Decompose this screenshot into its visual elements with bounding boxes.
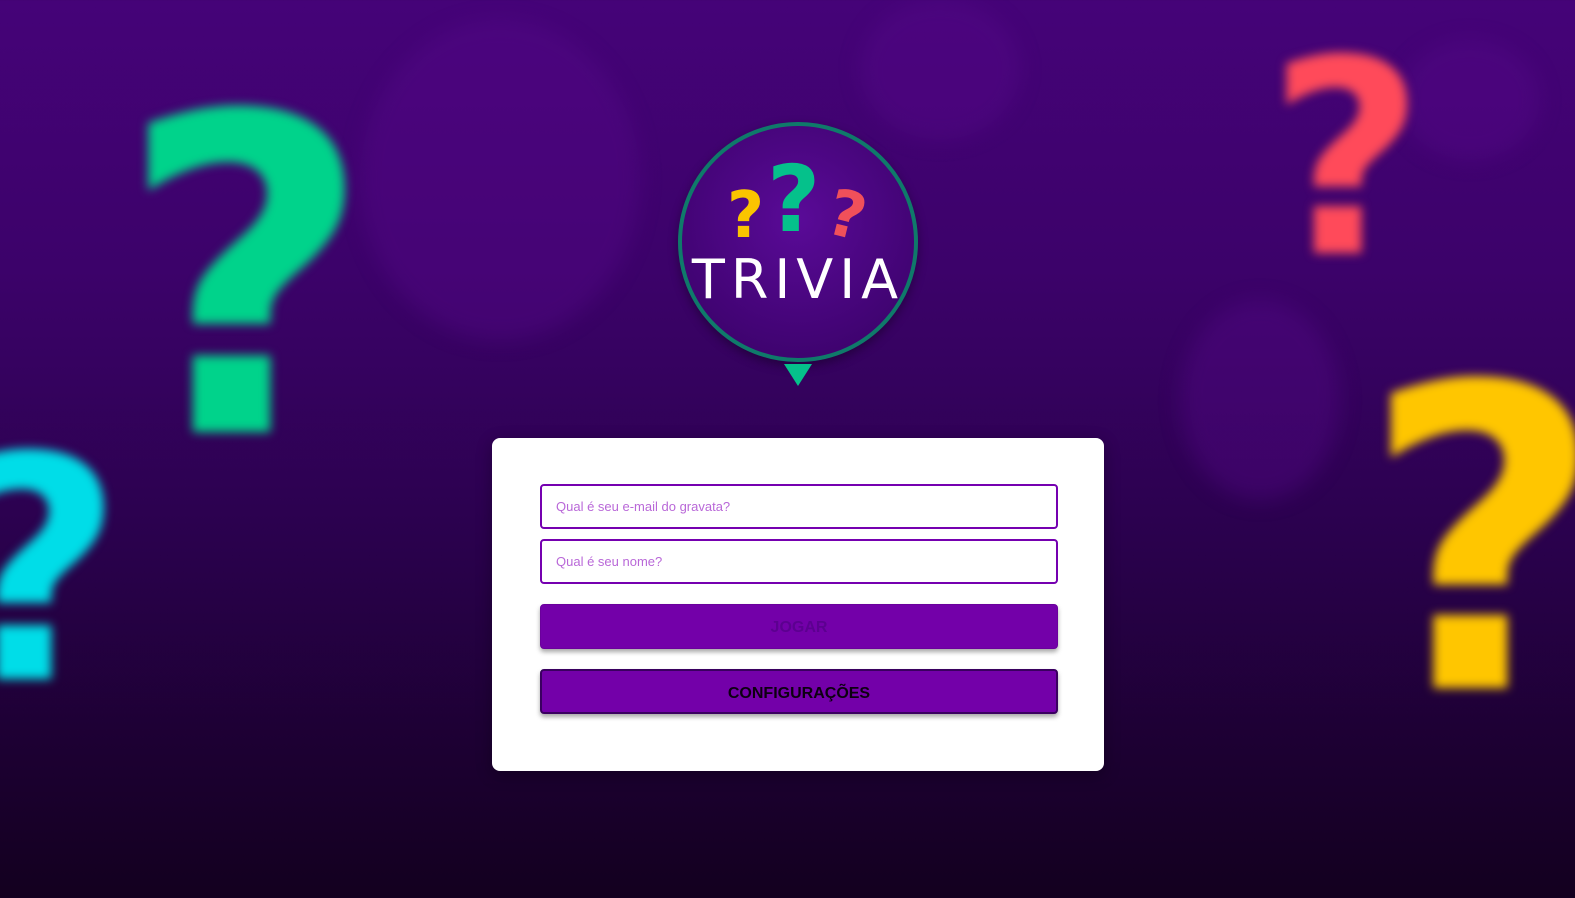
background-question-mark-icon: ? [0, 418, 124, 728]
logo-title: TRIVIA [691, 248, 905, 311]
background-question-mark-icon: ? [118, 24, 374, 536]
background-question-mark-icon: ? [1268, 2, 1425, 317]
yellow-question-mark-icon: ? [727, 179, 765, 253]
background-question-mark-icon: ? [1362, 334, 1575, 754]
play-button[interactable]: JOGAR [540, 604, 1058, 649]
name-input[interactable] [540, 539, 1058, 584]
trivia-logo: ? ? ? TRIVIA [678, 122, 918, 386]
background-blob [1180, 300, 1340, 500]
background-blob [860, 0, 1020, 140]
email-input[interactable] [540, 484, 1058, 529]
login-card: JOGAR CONFIGURAÇÕES [492, 438, 1104, 771]
logo-pointer [784, 364, 812, 386]
background-blob [360, 20, 640, 340]
green-question-mark-icon: ? [767, 146, 821, 253]
settings-button[interactable]: CONFIGURAÇÕES [540, 669, 1058, 714]
